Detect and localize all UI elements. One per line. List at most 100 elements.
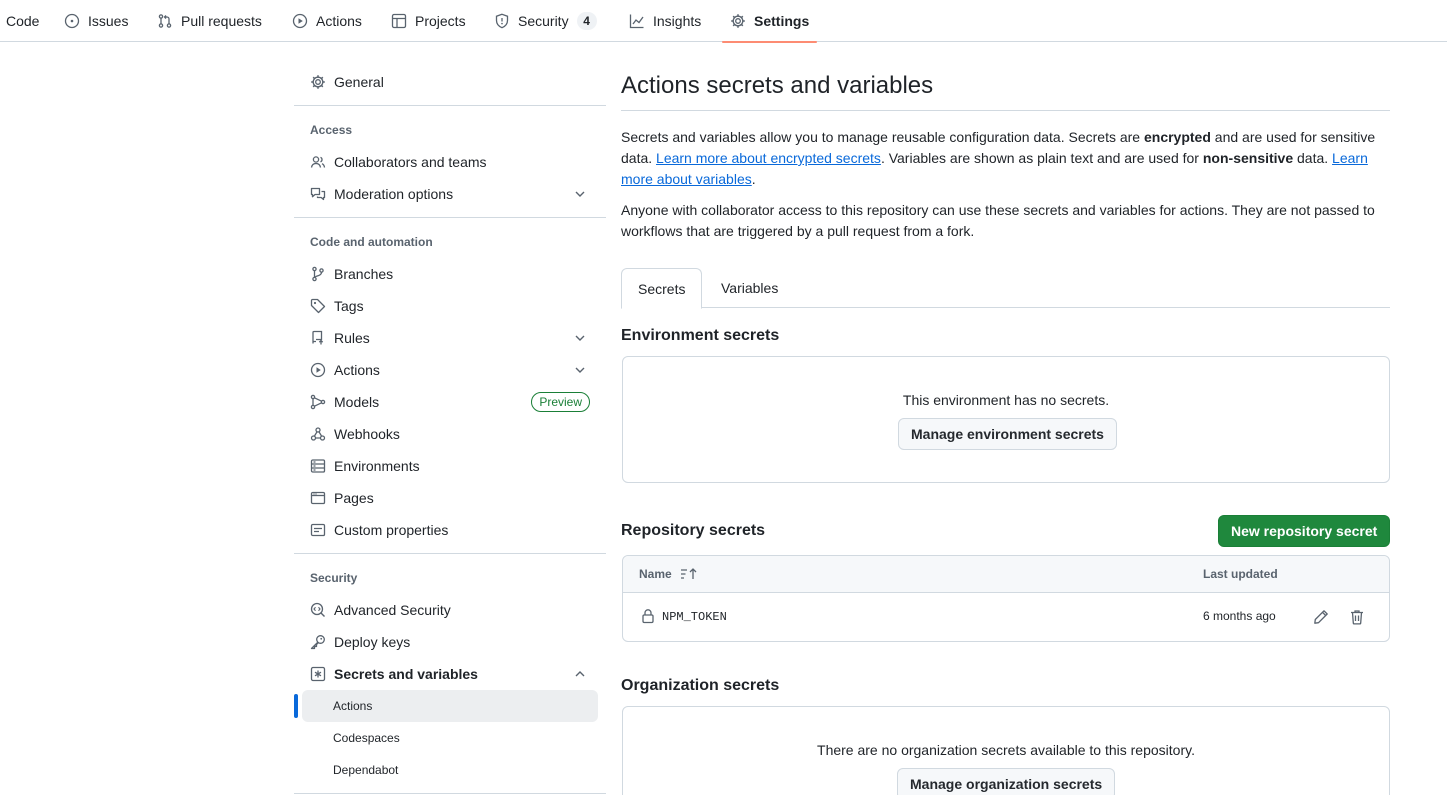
access-note: Anyone with collaborator access to this … bbox=[621, 202, 1375, 239]
environment-secrets-title: Environment secrets bbox=[621, 327, 780, 344]
sidebar-item-label: Rules bbox=[334, 330, 370, 346]
tab-variables[interactable]: Variables bbox=[705, 268, 794, 308]
tab-projects-label: Projects bbox=[415, 13, 466, 29]
sort-ascending-icon bbox=[680, 568, 697, 579]
organization-secrets-title: Organization secrets bbox=[621, 677, 780, 694]
tab-code[interactable]: Code bbox=[6, 0, 39, 42]
sidebar-item-pages[interactable]: Pages bbox=[302, 482, 598, 514]
sidebar-item-label: Webhooks bbox=[334, 426, 400, 442]
webhook-icon bbox=[310, 427, 326, 441]
sidebar-item-tags[interactable]: Tags bbox=[302, 290, 598, 322]
description-emphasis: encrypted bbox=[1143, 129, 1211, 145]
sidebar-item-label: Custom properties bbox=[334, 522, 449, 538]
chevron-down-icon bbox=[575, 367, 585, 373]
sidebar-heading-access: Access bbox=[310, 123, 353, 137]
sidebar-divider bbox=[294, 553, 606, 554]
sidebar-subitem-dependabot[interactable]: Dependabot bbox=[302, 754, 598, 786]
sidebar-item-branches[interactable]: Branches bbox=[302, 258, 598, 290]
sidebar-item-label: Models bbox=[334, 394, 380, 410]
tab-code-label: Code bbox=[6, 13, 40, 29]
pencil-icon[interactable] bbox=[1313, 609, 1329, 625]
page-title: Actions secrets and variables bbox=[621, 72, 934, 99]
sidebar-item-rules[interactable]: Rules bbox=[302, 322, 598, 354]
sidebar-subitem-label: Dependabot bbox=[333, 763, 399, 777]
tab-insights[interactable]: Insights bbox=[629, 0, 701, 42]
sidebar-item-environments[interactable]: Environments bbox=[302, 450, 598, 482]
sidebar-item-advanced-security[interactable]: Advanced Security bbox=[302, 594, 598, 626]
sidebar-item-label: Advanced Security bbox=[334, 602, 451, 618]
sidebar-divider bbox=[294, 793, 606, 794]
secret-last-updated: 6 months ago bbox=[1203, 609, 1276, 623]
sidebar-heading-code-automation: Code and automation bbox=[310, 235, 433, 249]
repo-push-icon bbox=[312, 330, 324, 345]
trash-icon[interactable] bbox=[1349, 609, 1365, 625]
table-header: Name Last updated bbox=[623, 556, 1389, 593]
tab-security[interactable]: Security 4 bbox=[494, 0, 597, 42]
people-icon bbox=[310, 156, 326, 168]
chevron-down-icon bbox=[575, 335, 585, 341]
tab-issues[interactable]: Issues bbox=[64, 0, 128, 42]
chevron-down-icon bbox=[575, 191, 585, 197]
tab-actions-label: Actions bbox=[316, 13, 362, 29]
new-repository-secret-button[interactable]: New repository secret bbox=[1218, 515, 1391, 547]
name-column-header[interactable]: Name bbox=[639, 567, 698, 581]
learn-more-encrypted-secrets-link[interactable]: Learn more about encrypted secrets bbox=[656, 150, 881, 166]
key-icon bbox=[310, 635, 325, 650]
description-text: data. bbox=[1293, 150, 1333, 166]
sidebar-subitem-codespaces[interactable]: Codespaces bbox=[302, 722, 598, 754]
sidebar-item-label: General bbox=[334, 74, 384, 90]
tab-secrets[interactable]: Secrets bbox=[621, 268, 703, 309]
comment-discussion-icon bbox=[310, 187, 326, 201]
table-row: NPM_TOKEN 6 months ago bbox=[623, 593, 1389, 641]
sidebar-item-label: Tags bbox=[334, 298, 364, 314]
sidebar-item-label: Collaborators and teams bbox=[334, 154, 487, 170]
description-text: Secrets and variables allow you to manag… bbox=[621, 129, 1144, 145]
sidebar-heading-security: Security bbox=[310, 571, 358, 585]
repository-secrets-title: Repository secrets bbox=[621, 522, 766, 539]
sidebar-item-label: Pages bbox=[334, 490, 374, 506]
tab-projects[interactable]: Projects bbox=[391, 0, 466, 42]
description-emphasis: non-sensitive bbox=[1202, 150, 1294, 166]
description-text: . bbox=[751, 171, 756, 187]
server-icon bbox=[310, 459, 326, 473]
ai-model-icon bbox=[310, 394, 326, 410]
environment-empty-message: This environment has no secrets. bbox=[902, 392, 1110, 408]
tab-actions[interactable]: Actions bbox=[292, 0, 362, 42]
sidebar-item-actions[interactable]: Actions bbox=[302, 354, 598, 386]
play-icon bbox=[292, 13, 308, 29]
sidebar-subitem-actions[interactable]: Actions bbox=[294, 690, 598, 722]
gear-icon bbox=[731, 14, 745, 28]
key-asterisk-icon bbox=[310, 666, 326, 682]
sidebar-item-collaborators[interactable]: Collaborators and teams bbox=[302, 146, 598, 178]
sidebar-divider bbox=[294, 217, 606, 218]
sidebar-item-secrets-variables[interactable]: Secrets and variables bbox=[302, 658, 598, 690]
browser-icon bbox=[310, 491, 326, 505]
sidebar-subitem-label: Codespaces bbox=[333, 731, 400, 745]
sidebar-item-webhooks[interactable]: Webhooks bbox=[302, 418, 598, 450]
sidebar-item-models[interactable]: Models Preview bbox=[302, 386, 598, 418]
git-branch-icon bbox=[312, 266, 324, 282]
tab-issues-label: Issues bbox=[88, 13, 129, 29]
sidebar-item-general[interactable]: General bbox=[302, 66, 598, 98]
sidebar-item-deploy-keys[interactable]: Deploy keys bbox=[302, 626, 598, 658]
sidebar-divider bbox=[294, 105, 606, 106]
sidebar-item-label: Secrets and variables bbox=[334, 666, 478, 682]
manage-organization-secrets-button[interactable]: Manage organization secrets bbox=[897, 768, 1116, 795]
gear-icon bbox=[311, 75, 325, 89]
sidebar-item-custom-properties[interactable]: Custom properties bbox=[302, 514, 598, 546]
manage-environment-secrets-button[interactable]: Manage environment secrets bbox=[898, 418, 1117, 450]
security-count-badge: 4 bbox=[576, 12, 597, 30]
sidebar-item-label: Actions bbox=[334, 362, 380, 378]
organization-secrets-box: There are no organization secrets availa… bbox=[622, 706, 1390, 795]
description-paragraph: Secrets and variables allow you to manag… bbox=[621, 127, 1390, 190]
title-divider bbox=[621, 110, 1390, 111]
tab-security-label: Security bbox=[518, 13, 569, 29]
lock-icon bbox=[642, 609, 654, 624]
shield-icon bbox=[495, 13, 509, 29]
tab-pull-requests[interactable]: Pull requests bbox=[157, 0, 262, 42]
sidebar-item-label: Moderation options bbox=[334, 186, 454, 202]
chevron-up-icon bbox=[575, 671, 585, 677]
sidebar-item-moderation[interactable]: Moderation options bbox=[302, 178, 598, 210]
sidebar-item-label: Deploy keys bbox=[334, 634, 411, 650]
tab-settings[interactable]: Settings bbox=[721, 0, 818, 43]
